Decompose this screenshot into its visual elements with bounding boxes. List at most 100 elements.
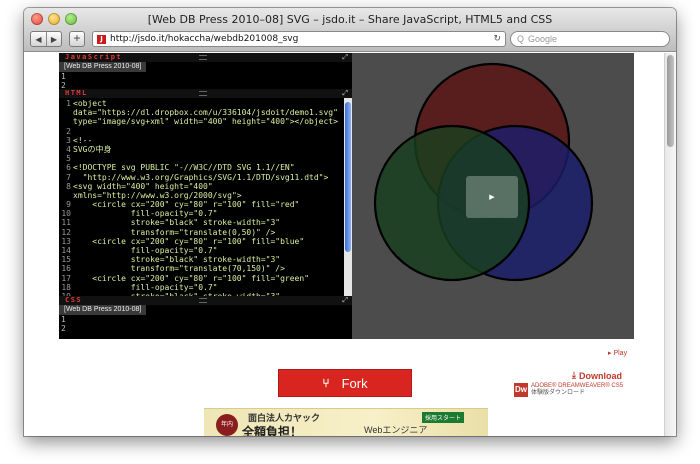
css-panel: CSS ⤢ [Web DB Press 2010-08] 1 2 (59, 296, 352, 339)
code-line: 11 stroke="black" stroke-width="3" (59, 218, 344, 227)
code-line: 12 transform="translate(0,50)" /> (59, 228, 344, 237)
code-line-number: 6 (66, 163, 71, 173)
css-expand-icon[interactable]: ⤢ (342, 296, 348, 305)
code-line-text: fill-opacity="0.7" (73, 246, 218, 255)
js-expand-icon[interactable]: ⤢ (342, 53, 348, 62)
code-editor: JavaScript ⤢ [Web DB Press 2010-08] 1 2 … (59, 53, 352, 339)
code-line-number: 18 (61, 282, 71, 292)
ad-tag: 採用スタート (422, 412, 465, 423)
browser-toolbar: ◀ ▶ + J http://jsdo.it/hokaccha/webdb201… (30, 30, 670, 48)
code-line-text: <circle cx="200" cy="80" r="100" fill="g… (73, 273, 310, 283)
code-line: data="https://dl.dropbox.com/u/336104/js… (59, 108, 344, 117)
css-line-numbers[interactable]: 1 2 (61, 315, 66, 333)
code-line: xmlns="http://www.w3.org/2000/svg"> (59, 191, 344, 200)
reload-icon[interactable]: ↻ (493, 34, 501, 44)
js-line-number: 1 (61, 72, 66, 81)
code-line-text: type="image/svg+xml" width="400" height=… (73, 117, 338, 127)
html-scrollbar[interactable] (344, 98, 352, 296)
js-panel-header: JavaScript ⤢ (59, 53, 352, 62)
code-line-number: 1 (66, 99, 71, 108)
search-icon: Q (517, 34, 525, 44)
code-line-text: data="https://dl.dropbox.com/u/336104/js… (73, 108, 338, 118)
js-resize-handle[interactable] (199, 55, 207, 60)
play-link[interactable]: ▸ Play (608, 349, 627, 357)
address-bar[interactable]: J http://jsdo.it/hokaccha/webdb201008_sv… (92, 31, 506, 47)
ad-badge: 年内 (216, 414, 238, 436)
code-line: 15 stroke="black" stroke-width="3" (59, 255, 344, 264)
fork-button[interactable]: ⑂ Fork (278, 369, 412, 397)
preview-pane[interactable]: ▶ (352, 53, 634, 339)
code-line-text: transform="translate(0,50)" /> (73, 227, 276, 237)
site-favicon-icon: J (97, 34, 106, 44)
code-line-number: 10 (61, 209, 71, 219)
html-panel-label: HTML (65, 89, 88, 97)
fork-icon: ⑂ (322, 376, 330, 390)
code-line-number: 2 (66, 126, 71, 136)
code-line-text: <!DOCTYPE svg PUBLIC "-//W3C//DTD SVG 1.… (73, 163, 295, 173)
css-panel-header: CSS ⤢ (59, 296, 352, 305)
html-expand-icon[interactable]: ⤢ (342, 89, 348, 98)
search-placeholder: Google (528, 34, 558, 44)
code-line: 10 fill-opacity="0.7" (59, 209, 344, 218)
code-line: 2 (59, 127, 344, 136)
code-line-number: 8 (66, 181, 71, 191)
code-line-number (59, 108, 73, 117)
code-line: 7 "http://www.w3.org/Graphics/SVG/1.1/DT… (59, 173, 344, 182)
page-scrollbar-thumb[interactable] (667, 55, 674, 147)
window-title: [Web DB Press 2010–08] SVG – jsdo.it – S… (147, 13, 553, 26)
dreamweaver-text: ADOBE® DREAMWEAVER® CS5 体験版ダウンロード (531, 383, 623, 397)
code-line-text: stroke="black" stroke-width="3" (73, 218, 281, 228)
js-panel: JavaScript ⤢ [Web DB Press 2010-08] 1 2 (59, 53, 352, 90)
code-line: 14 fill-opacity="0.7" (59, 246, 344, 255)
dreamweaver-promo[interactable]: Dw ADOBE® DREAMWEAVER® CS5 体験版ダウンロード (514, 383, 623, 397)
page-scrollbar[interactable] (664, 53, 676, 436)
code-line: 18 fill-opacity="0.7" (59, 283, 344, 292)
code-line: type="image/svg+xml" width="400" height=… (59, 117, 344, 126)
download-icon: ⤓ (572, 370, 576, 380)
code-line-text: <!-- (73, 135, 93, 145)
back-button[interactable]: ◀ (31, 32, 46, 46)
nav-buttons: ◀ ▶ (30, 31, 62, 47)
code-line: 4 SVGの中身 (59, 145, 344, 154)
back-icon: ◀ (35, 34, 42, 44)
html-code-area[interactable]: 1 <object data="https://dl.dropbox.com/u/3… (59, 98, 344, 296)
forward-button[interactable]: ▶ (46, 32, 61, 46)
page-content: JavaScript ⤢ [Web DB Press 2010-08] 1 2 … (24, 53, 676, 436)
html-panel-header: HTML ⤢ (59, 89, 352, 98)
code-line-number: 11 (61, 218, 71, 228)
code-line: 8 <svg width="400" height="400" (59, 182, 344, 191)
search-field[interactable]: Q Google (510, 31, 670, 47)
code-line: 13 <circle cx="200" cy="80" r="100" fill… (59, 237, 344, 246)
code-line-number: 4 (66, 144, 71, 154)
dreamweaver-logo-icon: Dw (514, 383, 528, 397)
code-line-text: stroke="black" stroke-width="3" (73, 255, 281, 265)
html-resize-handle[interactable] (199, 91, 207, 96)
download-label: Download (578, 370, 622, 381)
code-line-number: 9 (66, 200, 71, 210)
dreamweaver-title: ADOBE® DREAMWEAVER® CS5 (531, 383, 624, 389)
add-bookmark-button[interactable]: + (69, 31, 85, 47)
css-line-number: 1 (61, 315, 66, 324)
titlebar: [Web DB Press 2010–08] SVG – jsdo.it – S… (24, 8, 676, 52)
js-panel-label: JavaScript (65, 53, 123, 61)
css-resize-handle[interactable] (199, 298, 207, 303)
css-panel-label: CSS (65, 296, 83, 304)
url-text[interactable]: http://jsdo.it/hokaccha/webdb201008_svg (110, 34, 489, 44)
js-line-numbers[interactable]: 1 2 (61, 72, 66, 90)
fork-label: Fork (341, 375, 368, 391)
play-overlay-button[interactable]: ▶ (466, 176, 518, 218)
code-line-number: 12 (61, 227, 71, 237)
css-line-number: 2 (61, 324, 66, 333)
code-line-text: <object (73, 99, 107, 108)
banner-ad[interactable]: 年内 面白法人カヤック 全額負担！ 採用スタート Webエンジニア (204, 408, 488, 436)
browser-window: [Web DB Press 2010–08] SVG – jsdo.it – S… (24, 8, 676, 436)
code-line: 6 <!DOCTYPE svg PUBLIC "-//W3C//DTD SVG 1… (59, 163, 344, 172)
html-scrollbar-thumb[interactable] (345, 102, 351, 252)
download-link[interactable]: ⤓ Download (572, 370, 622, 381)
dreamweaver-subtitle: 体験版ダウンロード (531, 390, 586, 396)
js-file-tab[interactable]: [Web DB Press 2010-08] (59, 62, 147, 72)
code-line-number: 14 (61, 246, 71, 255)
code-line-text: <svg width="400" height="400" (73, 181, 213, 191)
css-file-tab[interactable]: [Web DB Press 2010-08] (59, 305, 147, 315)
code-line-number (59, 191, 73, 200)
